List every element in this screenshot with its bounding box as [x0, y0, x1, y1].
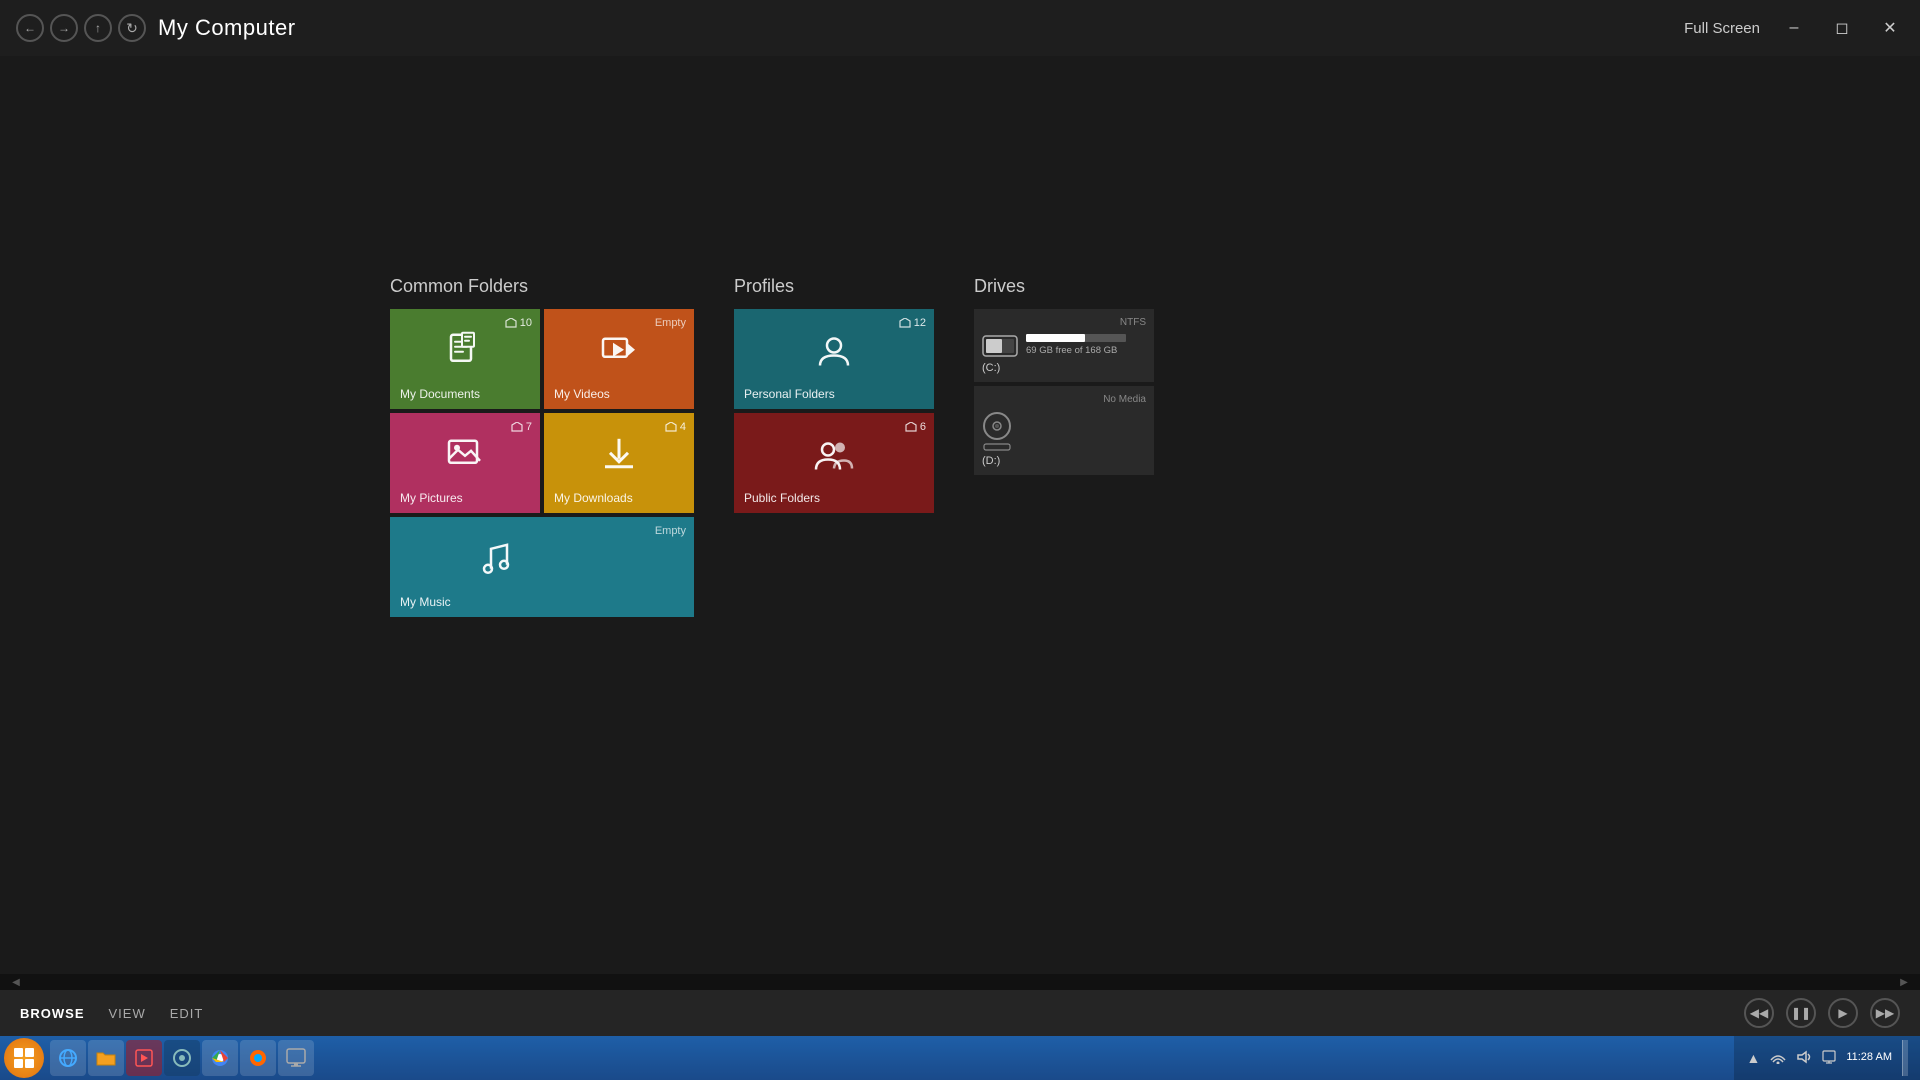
profiles-section: Profiles 12 Personal Folders — [734, 276, 934, 513]
public-tile-label: Public Folders — [744, 491, 820, 505]
profiles-label: Profiles — [734, 276, 934, 297]
public-icon — [814, 437, 854, 481]
common-folders-section: Common Folders — [390, 276, 694, 617]
tile-my-downloads[interactable]: 4 My Downloads — [544, 413, 694, 513]
c-drive-progress — [1026, 334, 1126, 342]
dvd-disc-icon — [982, 411, 1012, 441]
taskbar-item-folder[interactable] — [88, 1040, 124, 1076]
public-count: 6 — [905, 421, 926, 433]
scroll-left-button[interactable]: ◀ — [8, 974, 24, 990]
maximize-button[interactable]: ◻ — [1828, 14, 1856, 42]
pause-button[interactable]: ❚❚ — [1786, 998, 1816, 1028]
c-drive-icon-row: 69 GB free of 168 GB — [982, 334, 1146, 358]
music-tile-label: My Music — [400, 595, 451, 609]
dvd-drive-icon — [982, 411, 1012, 451]
media-controls: ◀◀ ❚❚ ▶ ▶▶ — [1744, 998, 1900, 1028]
nav-buttons: ← → ↑ ↻ — [16, 14, 146, 42]
hdd-icon — [982, 334, 1018, 358]
personal-count: 12 — [899, 317, 926, 329]
pictures-count: 7 — [511, 421, 532, 433]
taskbar-item-settings[interactable] — [278, 1040, 314, 1076]
tile-personal-folders[interactable]: 12 Personal Folders — [734, 309, 934, 409]
c-drive-info: 69 GB free of 168 GB — [1026, 334, 1126, 357]
c-drive-fill — [1026, 334, 1085, 342]
tray-arrow[interactable]: ▲ — [1746, 1050, 1760, 1066]
tile-my-documents[interactable]: 10 My Documents — [390, 309, 540, 409]
browse-button[interactable]: BROWSE — [20, 1006, 85, 1021]
bottom-toolbar: BROWSE VIEW EDIT ◀◀ ❚❚ ▶ ▶▶ — [0, 990, 1920, 1036]
view-button[interactable]: VIEW — [109, 1006, 146, 1021]
tile-my-pictures[interactable]: 7 My Pictures — [390, 413, 540, 513]
downloads-icon — [600, 435, 638, 482]
taskbar-item-chrome[interactable] — [202, 1040, 238, 1076]
window-controls: Full Screen – ◻ ✕ — [1684, 14, 1904, 42]
refresh-button[interactable]: ↻ — [118, 14, 146, 42]
taskbar-item-ie[interactable] — [50, 1040, 86, 1076]
d-drive-card[interactable]: No Media (D:) — [974, 386, 1154, 475]
play-button[interactable]: ▶ — [1828, 998, 1858, 1028]
back-button[interactable]: ← — [16, 14, 44, 42]
start-button[interactable] — [4, 1038, 44, 1078]
close-button[interactable]: ✕ — [1876, 14, 1904, 42]
tile-public-folders[interactable]: 6 Public Folders — [734, 413, 934, 513]
time: 11:28 AM — [1846, 1050, 1892, 1065]
documents-tile-label: My Documents — [400, 387, 480, 401]
tile-my-videos[interactable]: Empty My Videos — [544, 309, 694, 409]
scroll-bar-area: ◀ ▶ — [0, 974, 1920, 990]
d-drive-icon-row — [982, 411, 1146, 451]
sections-row: Common Folders — [390, 276, 1154, 617]
tray-network[interactable] — [1770, 1050, 1786, 1067]
documents-count: 10 — [505, 317, 532, 329]
title-bar: ← → ↑ ↻ My Computer Full Screen – ◻ ✕ — [0, 0, 1920, 56]
show-desktop-button[interactable] — [1902, 1040, 1908, 1076]
common-folders-label: Common Folders — [390, 276, 694, 297]
tray-display[interactable] — [1822, 1050, 1836, 1067]
d-drive-media-label: No Media — [982, 394, 1146, 405]
d-drive-letter: (D:) — [982, 455, 1146, 467]
dvd-tray-icon — [983, 443, 1011, 451]
scroll-right-button[interactable]: ▶ — [1896, 974, 1912, 990]
fullscreen-label[interactable]: Full Screen — [1684, 20, 1760, 37]
tile-my-music[interactable]: Empty My Music — [390, 517, 694, 617]
common-folders-grid: 10 My Documents Empty My Videos — [390, 309, 694, 617]
main-content: Common Folders — [0, 56, 1920, 990]
up-button[interactable]: ↑ — [84, 14, 112, 42]
prev-button[interactable]: ◀◀ — [1744, 998, 1774, 1028]
c-drive-freespace: 69 GB free of 168 GB — [1026, 344, 1126, 357]
next-button[interactable]: ▶▶ — [1870, 998, 1900, 1028]
music-icon — [477, 539, 515, 586]
downloads-tile-label: My Downloads — [554, 491, 633, 505]
taskbar-item-media[interactable] — [126, 1040, 162, 1076]
edit-button[interactable]: EDIT — [170, 1006, 204, 1021]
c-drive-fs-label: NTFS — [982, 317, 1146, 328]
minimize-button[interactable]: – — [1780, 14, 1808, 42]
personal-tile-label: Personal Folders — [744, 387, 835, 401]
forward-button[interactable]: → — [50, 14, 78, 42]
drives-label: Drives — [974, 276, 1154, 297]
personal-icon — [816, 333, 852, 377]
taskbar-item-steam[interactable] — [164, 1040, 200, 1076]
app-title: My Computer — [158, 15, 296, 41]
documents-icon — [446, 331, 484, 378]
downloads-count: 4 — [665, 421, 686, 433]
profiles-grid: 12 Personal Folders — [734, 309, 934, 513]
tray-volume[interactable] — [1796, 1050, 1812, 1067]
clock[interactable]: 11:28 AM — [1846, 1050, 1892, 1065]
taskbar: ▲ 11:28 AM — [0, 1036, 1920, 1080]
c-drive-letter: (C:) — [982, 362, 1146, 374]
drives-section: Drives NTFS 69 GB free of 168 GB — [974, 276, 1154, 479]
videos-icon — [600, 331, 638, 378]
taskbar-item-firefox[interactable] — [240, 1040, 276, 1076]
videos-empty: Empty — [655, 317, 686, 329]
music-empty: Empty — [655, 525, 686, 537]
taskbar-right: ▲ 11:28 AM — [1734, 1036, 1920, 1080]
pictures-tile-label: My Pictures — [400, 491, 463, 505]
c-drive-card[interactable]: NTFS 69 GB free of 168 GB (C:) — [974, 309, 1154, 382]
videos-tile-label: My Videos — [554, 387, 610, 401]
pictures-icon — [446, 435, 484, 482]
